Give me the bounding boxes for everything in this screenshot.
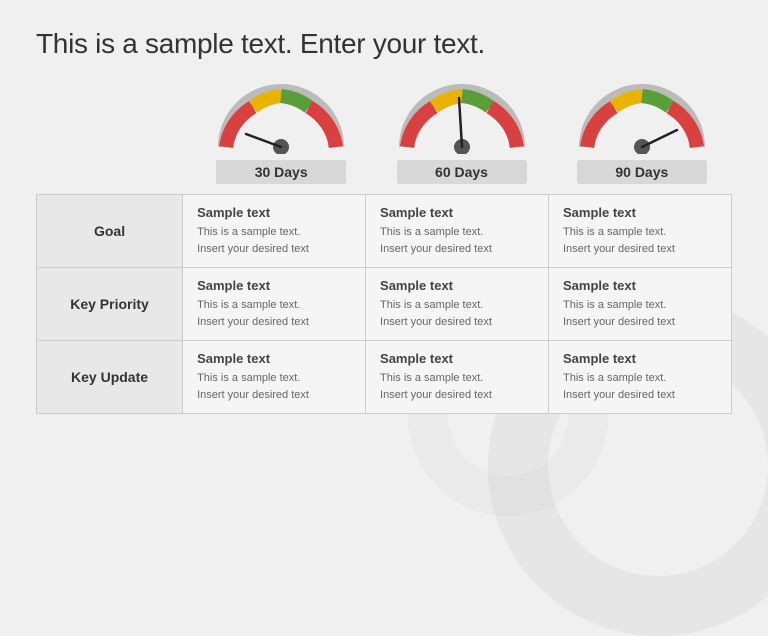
gauge-col-60: 60 Days — [371, 82, 551, 184]
cell-title: Sample text — [380, 205, 534, 220]
data-cell-r0-c1: Sample text This is a sample text. Insert… — [366, 195, 549, 268]
cell-title: Sample text — [380, 278, 534, 293]
gauges-row: 30 Days 60 Days — [36, 82, 732, 184]
table-row: Goal Sample text This is a sample text. In… — [37, 195, 732, 268]
gauge-label-60: 60 Days — [397, 160, 527, 184]
cell-body: This is a sample text. Insert your desir… — [380, 224, 534, 257]
cell-title: Sample text — [380, 351, 534, 366]
data-cell-r0-c2: Sample text This is a sample text. Insert… — [549, 195, 732, 268]
gauge-label-30: 30 Days — [216, 160, 346, 184]
cell-body: This is a sample text. Insert your desir… — [380, 370, 534, 403]
data-cell-r0-c0: Sample text This is a sample text. Insert… — [183, 195, 366, 268]
table-row: Key Update Sample text This is a sample te… — [37, 341, 732, 414]
cell-title: Sample text — [563, 205, 717, 220]
cell-body: This is a sample text. Insert your desir… — [563, 370, 717, 403]
cell-body: This is a sample text. Insert your desir… — [197, 297, 351, 330]
data-cell-r1-c2: Sample text This is a sample text. Insert… — [549, 268, 732, 341]
row-header-goal: Goal — [37, 195, 183, 268]
data-cell-r2-c1: Sample text This is a sample text. Insert… — [366, 341, 549, 414]
gauge-col-90: 90 Days — [552, 82, 732, 184]
data-cell-r1-c0: Sample text This is a sample text. Insert… — [183, 268, 366, 341]
cell-title: Sample text — [197, 351, 351, 366]
gauge-60 — [397, 82, 527, 154]
data-table: Goal Sample text This is a sample text. In… — [36, 194, 732, 414]
cell-body: This is a sample text. Insert your desir… — [197, 224, 351, 257]
data-cell-r1-c1: Sample text This is a sample text. Insert… — [366, 268, 549, 341]
row-header-key-update: Key Update — [37, 341, 183, 414]
gauge-label-90: 90 Days — [577, 160, 707, 184]
cell-body: This is a sample text. Insert your desir… — [563, 297, 717, 330]
cell-title: Sample text — [563, 278, 717, 293]
cell-title: Sample text — [197, 278, 351, 293]
gauge-30 — [216, 82, 346, 154]
gauge-90 — [577, 82, 707, 154]
cell-title: Sample text — [197, 205, 351, 220]
gauge-col-30: 30 Days — [191, 82, 371, 184]
data-cell-r2-c2: Sample text This is a sample text. Insert… — [549, 341, 732, 414]
cell-body: This is a sample text. Insert your desir… — [380, 297, 534, 330]
cell-body: This is a sample text. Insert your desir… — [197, 370, 351, 403]
row-header-key-priority: Key Priority — [37, 268, 183, 341]
page-title: This is a sample text. Enter your text. — [36, 28, 732, 60]
cell-title: Sample text — [563, 351, 717, 366]
data-cell-r2-c0: Sample text This is a sample text. Insert… — [183, 341, 366, 414]
cell-body: This is a sample text. Insert your desir… — [563, 224, 717, 257]
table-row: Key Priority Sample text This is a sample … — [37, 268, 732, 341]
